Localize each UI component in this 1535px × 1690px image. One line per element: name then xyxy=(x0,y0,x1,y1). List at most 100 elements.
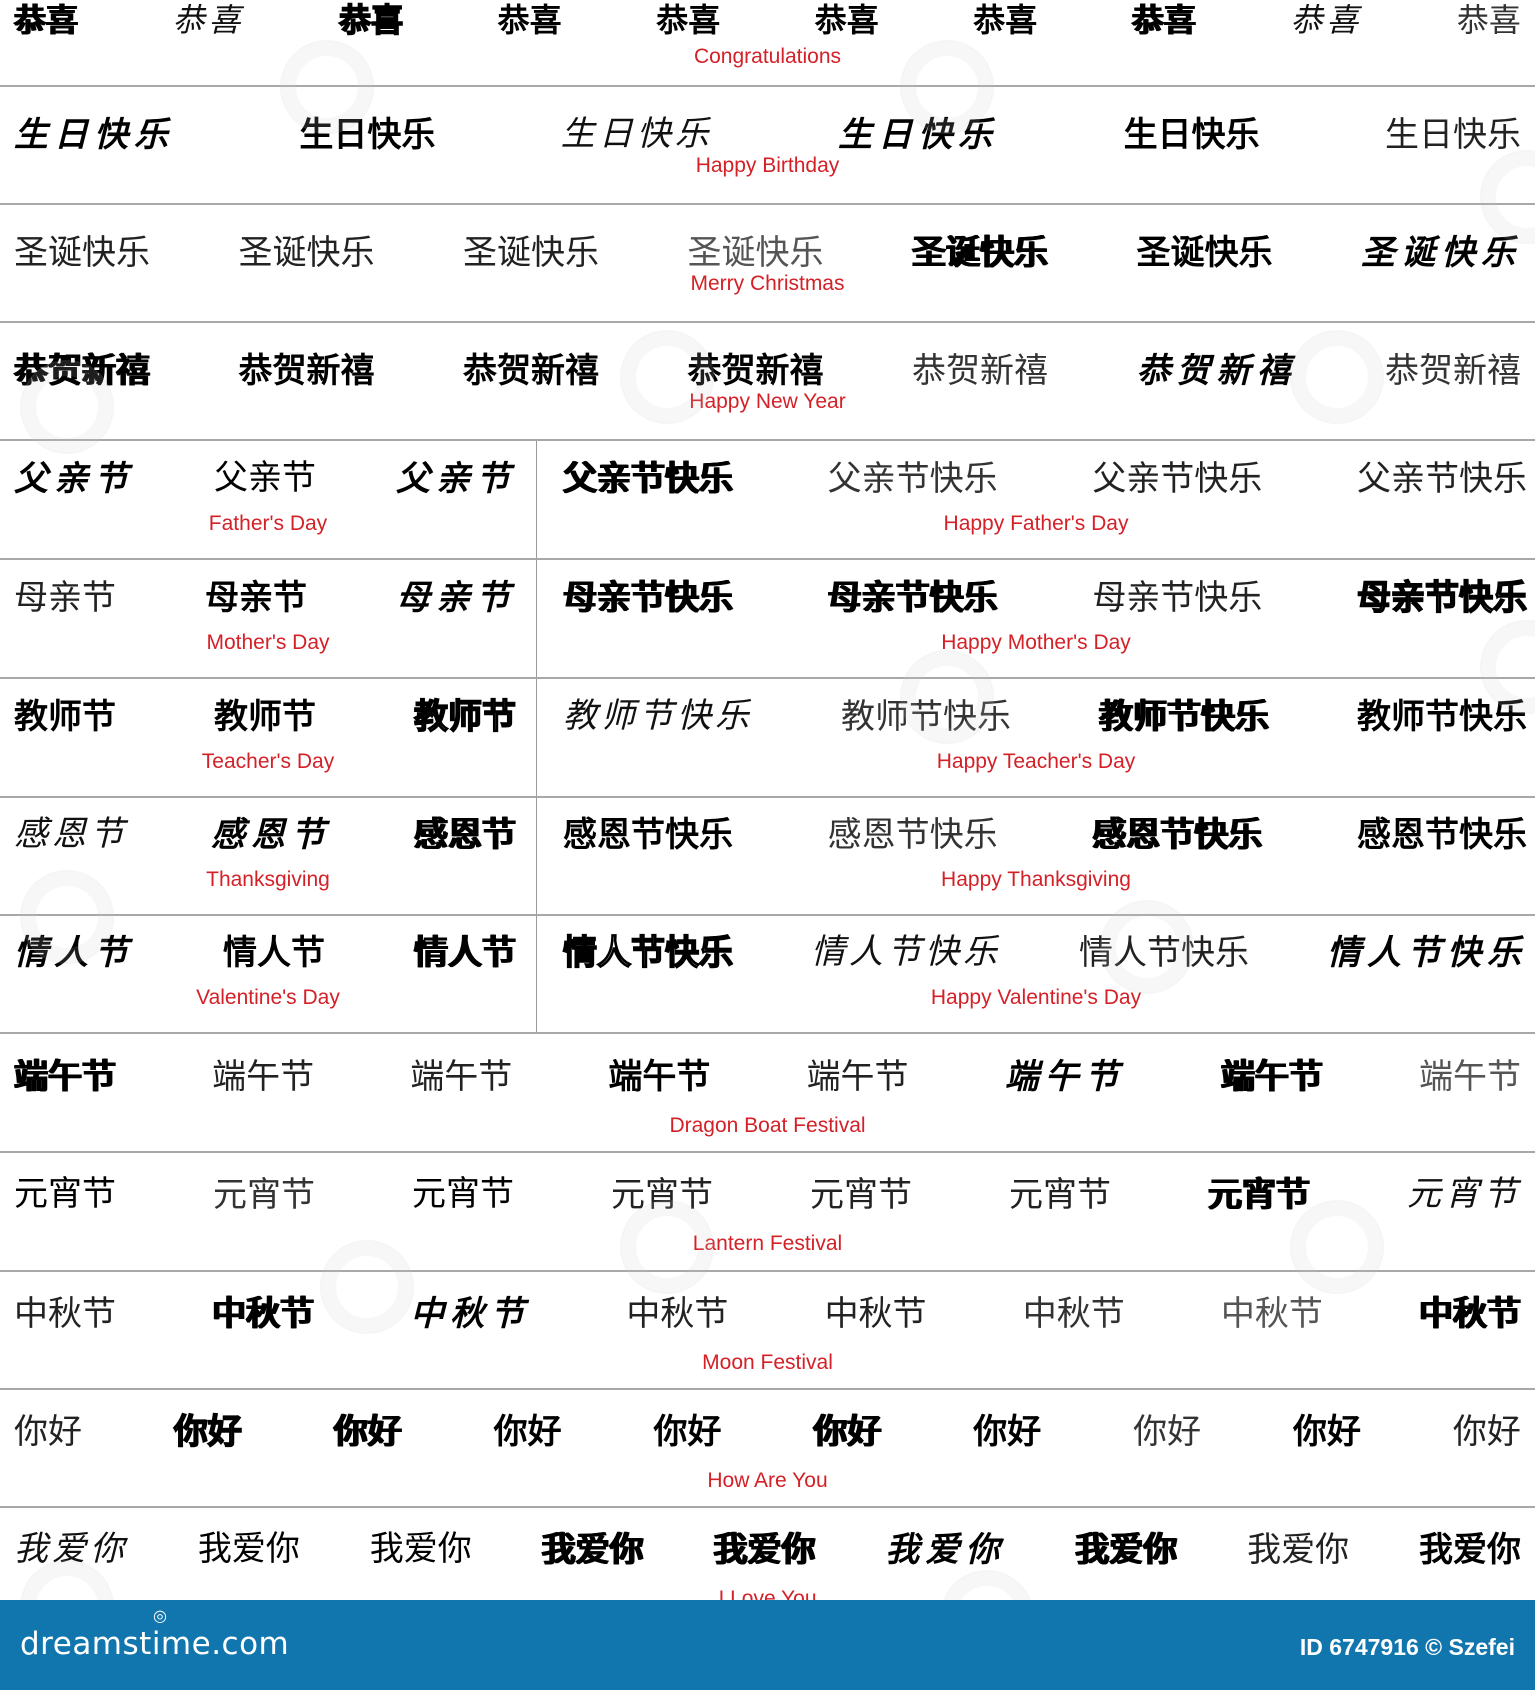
chinese-text-variant: 元宵节 xyxy=(1009,1175,1111,1215)
chinese-text-variant: 中秋节 xyxy=(410,1294,531,1334)
english-translation-label: Happy Thanksgiving xyxy=(941,868,1131,891)
chinese-text-variant: 生日快乐 xyxy=(299,115,436,155)
variant-list: 母亲节 母亲节 母亲节 xyxy=(0,570,536,626)
variant-list: 中秋节 中秋节 中秋节 中秋节 中秋节 中秋节 中秋节 中秋节 xyxy=(0,1284,1535,1344)
chinese-text-variant: 中秋节 xyxy=(824,1294,927,1334)
chinese-text-variant: 恭喜 xyxy=(14,1,79,39)
chinese-text-variant: 元宵节 xyxy=(1407,1176,1521,1213)
chinese-text-variant: 圣诞快乐 xyxy=(238,233,375,273)
chinese-text-variant: 圣诞快乐 xyxy=(1361,233,1521,273)
chinese-text-variant: 我爱你 xyxy=(369,1531,472,1568)
chinese-text-variant: 教师节 xyxy=(14,697,116,737)
chinese-text-variant: 中秋节 xyxy=(14,1294,116,1334)
phrase-row-dragon-boat: 端午节 端午节 端午节 端午节 端午节 端午节 端午节 端午节 Dragon Boat Fest… xyxy=(0,1035,1535,1153)
chinese-text-variant: 感恩节 xyxy=(414,815,516,855)
chinese-text-variant: 恭喜 xyxy=(973,1,1038,39)
phrase-cell-left: 感恩节 感恩节 感恩节 Thanksgiving xyxy=(0,797,537,914)
variant-list: 母亲节快乐 母亲节快乐 母亲节快乐 母亲节快乐 xyxy=(537,570,1535,626)
chinese-text-variant: 父亲节 xyxy=(396,459,516,499)
chinese-text-variant: 教师节快乐 xyxy=(1099,697,1269,737)
english-translation-label: Merry Christmas xyxy=(690,272,845,295)
phrase-row-fathers-day: 父亲节 父亲节 父亲节 Father's Day 父亲节快乐 父亲节快乐 父亲节快乐 父亲节快… xyxy=(0,441,1535,560)
chinese-text-variant: 你好 xyxy=(1133,1412,1202,1452)
chinese-text-variant: 父亲节快乐 xyxy=(563,459,733,499)
chinese-text-variant: 恭喜 xyxy=(814,1,879,39)
chinese-text-variant: 情人节快乐 xyxy=(562,933,734,973)
chinese-text-variant: 生日快乐 xyxy=(560,116,713,153)
chinese-text-variant: 母亲节快乐 xyxy=(827,578,998,618)
chinese-text-variant: 我爱你 xyxy=(197,1531,300,1568)
variant-list: 感恩节 感恩节 感恩节 xyxy=(0,807,536,863)
phrase-row-valentines-day: 情人节 情人节 情人节 Valentine's Day 情人节快乐 情人节快乐 情人节快乐 情… xyxy=(0,915,1535,1034)
chinese-text-variant: 恭喜 xyxy=(1131,1,1196,39)
chinese-text-variant: 母亲节快乐 xyxy=(1092,578,1263,618)
chinese-text-variant: 我爱你 xyxy=(541,1530,644,1570)
chinese-text-variant: 你好 xyxy=(1452,1412,1521,1452)
phrase-row-thanksgiving: 感恩节 感恩节 感恩节 Thanksgiving 感恩节快乐 感恩节快乐 感恩节快乐 感恩节快… xyxy=(0,797,1535,916)
phrase-row-how-are-you: 你好 你好 你好 你好 你好 你好 你好 你好 你好 你好 How Are You xyxy=(0,1390,1535,1508)
phrase-cell-left: 母亲节 母亲节 母亲节 Mother's Day xyxy=(0,560,537,677)
chinese-text-variant: 生日快乐 xyxy=(838,115,999,155)
chinese-text-variant: 圣诞快乐 xyxy=(912,233,1048,273)
chinese-text-variant: 恭贺新禧 xyxy=(14,351,150,391)
chinese-text-variant: 母亲节 xyxy=(205,578,307,618)
chinese-text-variant: 元宵节 xyxy=(14,1176,116,1213)
chinese-text-variant: 母亲节快乐 xyxy=(1356,578,1528,618)
variant-list: 教师节 教师节 教师节 xyxy=(0,689,536,745)
chinese-text-variant: 元宵节 xyxy=(810,1175,912,1215)
variant-list: 教师节快乐 教师节快乐 教师节快乐 教师节快乐 xyxy=(537,689,1535,745)
chinese-text-variant: 端午节 xyxy=(410,1057,513,1097)
chinese-text-variant: 教师节快乐 xyxy=(1357,697,1527,737)
chinese-text-variant: 恭喜 xyxy=(1456,1,1521,39)
english-translation-label: Lantern Festival xyxy=(692,1232,843,1255)
chinese-text-variant: 圣诞快乐 xyxy=(14,233,150,273)
chinese-text-variant: 感恩节 xyxy=(211,815,331,855)
chinese-text-variant: 生日快乐 xyxy=(1123,115,1260,155)
chinese-text-variant: 恭喜 xyxy=(1290,2,1363,38)
chinese-text-variant: 圣诞快乐 xyxy=(687,233,824,273)
chinese-text-variant: 我爱你 xyxy=(713,1530,816,1570)
chinese-text-variant: 恭喜 xyxy=(656,1,721,39)
chinese-text-variant: 恭贺新禧 xyxy=(912,351,1048,391)
english-translation-label: Happy Birthday xyxy=(695,154,840,177)
chinese-text-variant: 情人节快乐 xyxy=(1079,933,1249,973)
english-translation-label: Happy New Year xyxy=(689,390,846,413)
variant-list: 情人节 情人节 情人节 xyxy=(0,925,536,981)
chinese-text-variant: 恭喜 xyxy=(338,1,404,39)
chinese-text-variant: 感恩节快乐 xyxy=(827,815,998,855)
chinese-text-variant: 元宵节 xyxy=(412,1176,514,1213)
chinese-text-variant: 你好 xyxy=(1293,1412,1361,1452)
chinese-text-variant: 情人节 xyxy=(14,933,134,973)
phrase-cell-right: 父亲节快乐 父亲节快乐 父亲节快乐 父亲节快乐 Happy Father's Day xyxy=(537,441,1535,558)
brand-logo[interactable]: dreamstime.com xyxy=(20,1626,289,1662)
phrase-row-mothers-day: 母亲节 母亲节 母亲节 Mother's Day 母亲节快乐 母亲节快乐 母亲节快乐 母亲节快… xyxy=(0,560,1535,679)
chinese-text-variant: 你好 xyxy=(173,1412,243,1452)
phrase-cell-right: 情人节快乐 情人节快乐 情人节快乐 情人节快乐 Happy Valentine's Da… xyxy=(537,915,1535,1032)
chinese-text-variant: 教师节 xyxy=(413,697,517,737)
english-translation-label: Congratulations xyxy=(693,45,842,68)
chinese-text-variant: 感恩节快乐 xyxy=(1356,815,1527,855)
english-translation-label: Valentine's Day xyxy=(196,986,340,1009)
english-translation-label: How Are You xyxy=(707,1469,828,1492)
chinese-text-variant: 中秋节 xyxy=(212,1294,315,1334)
chinese-text-variant: 我爱你 xyxy=(1247,1530,1350,1570)
dreamstime-swirl-icon: ◎ xyxy=(153,1606,167,1625)
phrase-row-teachers-day: 教师节 教师节 教师节 Teacher's Day 教师节快乐 教师节快乐 教师节快乐 教师节… xyxy=(0,679,1535,798)
chinese-text-variant: 恭喜 xyxy=(172,2,245,38)
chinese-text-variant: 情人节快乐 xyxy=(1327,933,1527,973)
variant-list: 情人节快乐 情人节快乐 情人节快乐 情人节快乐 xyxy=(537,925,1535,981)
phrase-row-birthday: 生日快乐 生日快乐 生日快乐 生日快乐 生日快乐 生日快乐 Happy Birthday xyxy=(0,87,1535,205)
variant-list: 你好 你好 你好 你好 你好 你好 你好 你好 你好 你好 xyxy=(0,1402,1535,1462)
chinese-text-variant: 恭贺新禧 xyxy=(1385,351,1521,391)
chinese-text-variant: 恭贺新禧 xyxy=(463,351,599,391)
variant-list: 父亲节快乐 父亲节快乐 父亲节快乐 父亲节快乐 xyxy=(537,451,1535,507)
phrase-cell-right: 母亲节快乐 母亲节快乐 母亲节快乐 母亲节快乐 Happy Mother's Day xyxy=(537,560,1535,677)
chinese-text-variant: 父亲节 xyxy=(214,460,316,497)
phrase-cell-right: 感恩节快乐 感恩节快乐 感恩节快乐 感恩节快乐 Happy Thanksgiving xyxy=(537,797,1535,914)
variant-list: 元宵节 元宵节 元宵节 元宵节 元宵节 元宵节 元宵节 元宵节 xyxy=(0,1165,1535,1225)
chinese-text-variant: 你好 xyxy=(973,1412,1042,1452)
chinese-text-variant: 教师节 xyxy=(214,697,316,737)
english-translation-label: Dragon Boat Festival xyxy=(669,1114,866,1137)
chinese-text-variant: 端午节 xyxy=(608,1057,711,1097)
chinese-text-variant: 元宵节 xyxy=(1208,1175,1310,1215)
